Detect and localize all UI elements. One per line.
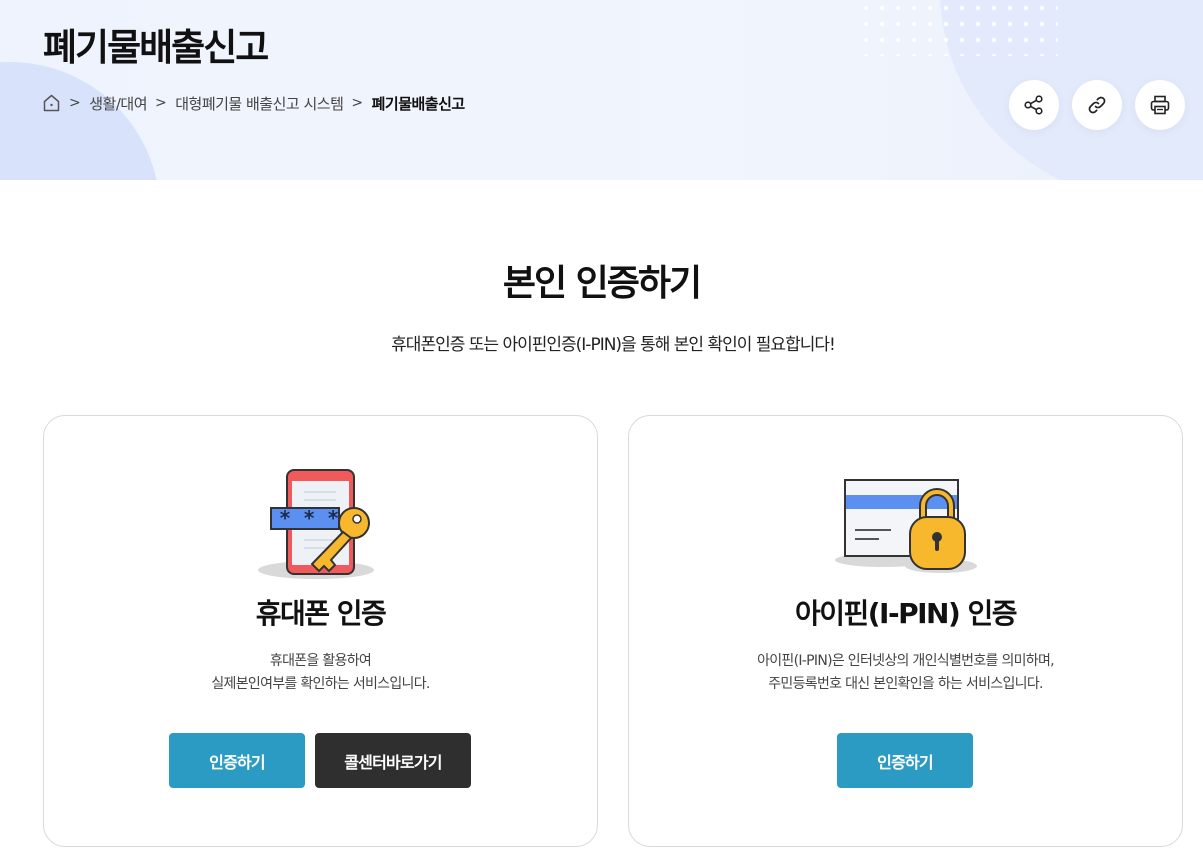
header-banner: 폐기물배출신고 > 생활/대여 > 대형폐기물 배출신고 시스템 > 폐기물배출…: [0, 0, 1203, 180]
card-description: 휴대폰을 활용하여 실제본인여부를 확인하는 서비스입니다.: [44, 650, 597, 696]
breadcrumb-item[interactable]: 대형폐기물 배출신고 시스템: [175, 93, 344, 114]
ipin-auth-card: 아이핀(I-PIN) 인증 아이핀(I-PIN)은 인터넷상의 개인식별번호를 …: [628, 415, 1183, 847]
card-desc-line: 휴대폰을 활용하여: [269, 653, 372, 669]
ipin-lock-icon: [831, 468, 981, 584]
print-button[interactable]: [1135, 80, 1185, 130]
call-center-button[interactable]: 콜센터바로가기: [315, 733, 471, 788]
chevron-right-icon: >: [351, 95, 363, 111]
card-desc-line: 주민등록번호 대신 본인확인을 하는 서비스입니다.: [768, 676, 1043, 692]
card-title: 아이핀(I-PIN) 인증: [794, 597, 1018, 630]
breadcrumb-item[interactable]: 생활/대여: [89, 93, 147, 114]
section-subtitle: 휴대폰인증 또는 아이핀인증(I-PIN)을 통해 본인 확인이 필요합니다!: [391, 335, 836, 355]
page-tools: [1009, 80, 1185, 130]
phone-key-icon: * * *: [256, 468, 386, 584]
section-title: 본인 인증하기: [502, 263, 702, 304]
print-icon: [1150, 95, 1170, 115]
share-button[interactable]: [1009, 80, 1059, 130]
home-icon[interactable]: [43, 93, 61, 113]
decor-dots: [858, 0, 1058, 56]
decor-circle-left: [0, 62, 160, 180]
copy-link-button[interactable]: [1072, 80, 1122, 130]
ipin-verify-button[interactable]: 인증하기: [837, 733, 973, 788]
phone-auth-card: * * * 휴대폰 인증 휴대폰을 활용하여 실제본인여부를 확인하는 서비스입…: [43, 415, 598, 847]
chevron-right-icon: >: [69, 95, 81, 111]
chevron-right-icon: >: [155, 95, 167, 111]
card-description: 아이핀(I-PIN)은 인터넷상의 개인식별번호를 의미하며, 주민등록번호 대…: [629, 650, 1182, 696]
link-icon: [1088, 96, 1106, 114]
card-desc-line: 실제본인여부를 확인하는 서비스입니다.: [211, 676, 430, 692]
breadcrumb-current: 폐기물배출신고: [371, 94, 466, 113]
page-title: 폐기물배출신고: [43, 26, 269, 69]
breadcrumb: > 생활/대여 > 대형폐기물 배출신고 시스템 > 폐기물배출신고: [43, 92, 465, 114]
phone-verify-button[interactable]: 인증하기: [169, 733, 305, 788]
card-title: 휴대폰 인증: [255, 597, 387, 630]
card-desc-line: 아이핀(I-PIN)은 인터넷상의 개인식별번호를 의미하며,: [757, 653, 1055, 669]
share-icon: [1024, 95, 1043, 115]
svg-text:* * *: * * *: [279, 506, 339, 530]
